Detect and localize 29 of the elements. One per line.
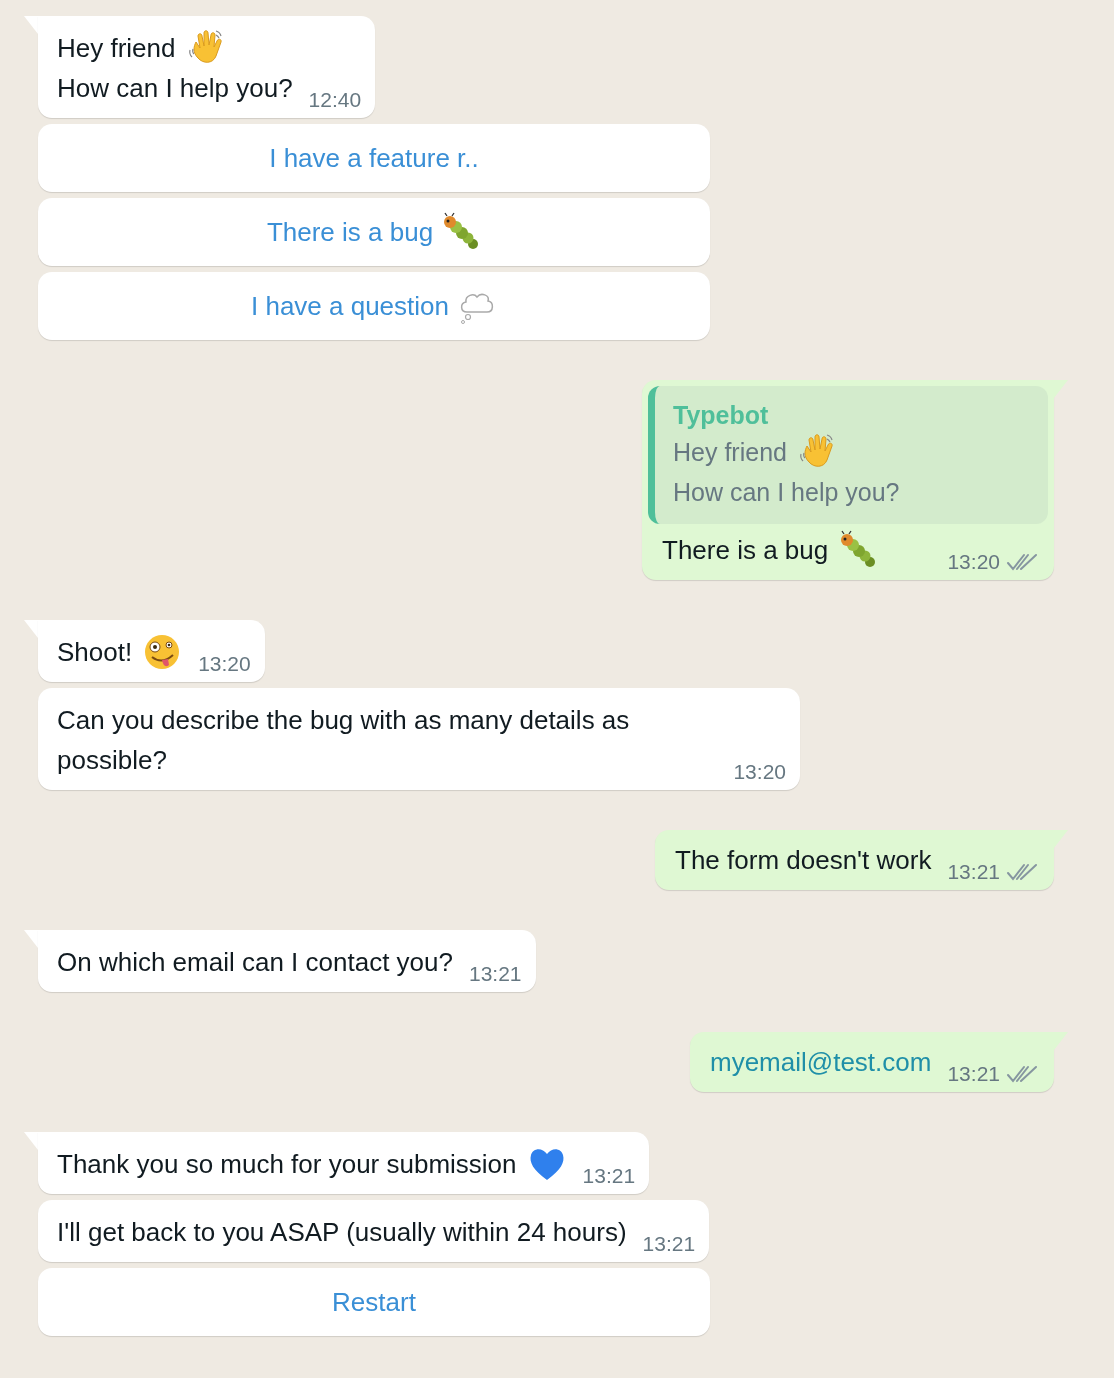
message-text: Hey friend — [57, 32, 176, 65]
quote-text: How can I help you? — [673, 477, 900, 508]
timestamp: 13:20 — [733, 760, 786, 784]
double-check-icon — [1006, 862, 1040, 882]
double-check-icon — [1006, 552, 1040, 572]
reply-button[interactable]: There is a bug — [38, 198, 710, 266]
timestamp: 13:21 — [947, 1062, 1000, 1086]
message-text: There is a bug — [662, 534, 829, 567]
message-text: Thank you so much for your submission — [57, 1148, 517, 1181]
timestamp: 13:21 — [469, 962, 522, 986]
timestamp: 13:21 — [947, 860, 1000, 884]
message-text: Shoot! — [57, 636, 133, 669]
reply-button[interactable]: Restart — [38, 1268, 710, 1336]
double-check-icon — [1006, 1064, 1040, 1084]
timestamp: 13:21 — [582, 1164, 636, 1188]
timestamp: 12:40 — [308, 88, 362, 112]
reply-button[interactable]: I have a feature r.. — [38, 124, 710, 192]
timestamp: 13:21 — [642, 1232, 696, 1256]
email-link[interactable]: myemail@test.com — [710, 1042, 932, 1082]
timestamp: 13:20 — [198, 652, 251, 676]
reply-button[interactable]: I have a question — [38, 272, 710, 340]
message-text: How can I help you? — [57, 72, 293, 105]
quote-text: Hey friend — [673, 437, 787, 468]
message-text: The form doesn't work — [675, 844, 932, 877]
quote-author: Typebot — [673, 400, 770, 431]
message-text: Can you describe the bug with as many details as possible? — [57, 704, 631, 777]
message-text: I'll get back to you ASAP (usually within 24 hours) — [57, 1216, 627, 1249]
message-text: On which email can I contact you? — [57, 946, 453, 979]
timestamp: 13:20 — [947, 550, 1000, 574]
